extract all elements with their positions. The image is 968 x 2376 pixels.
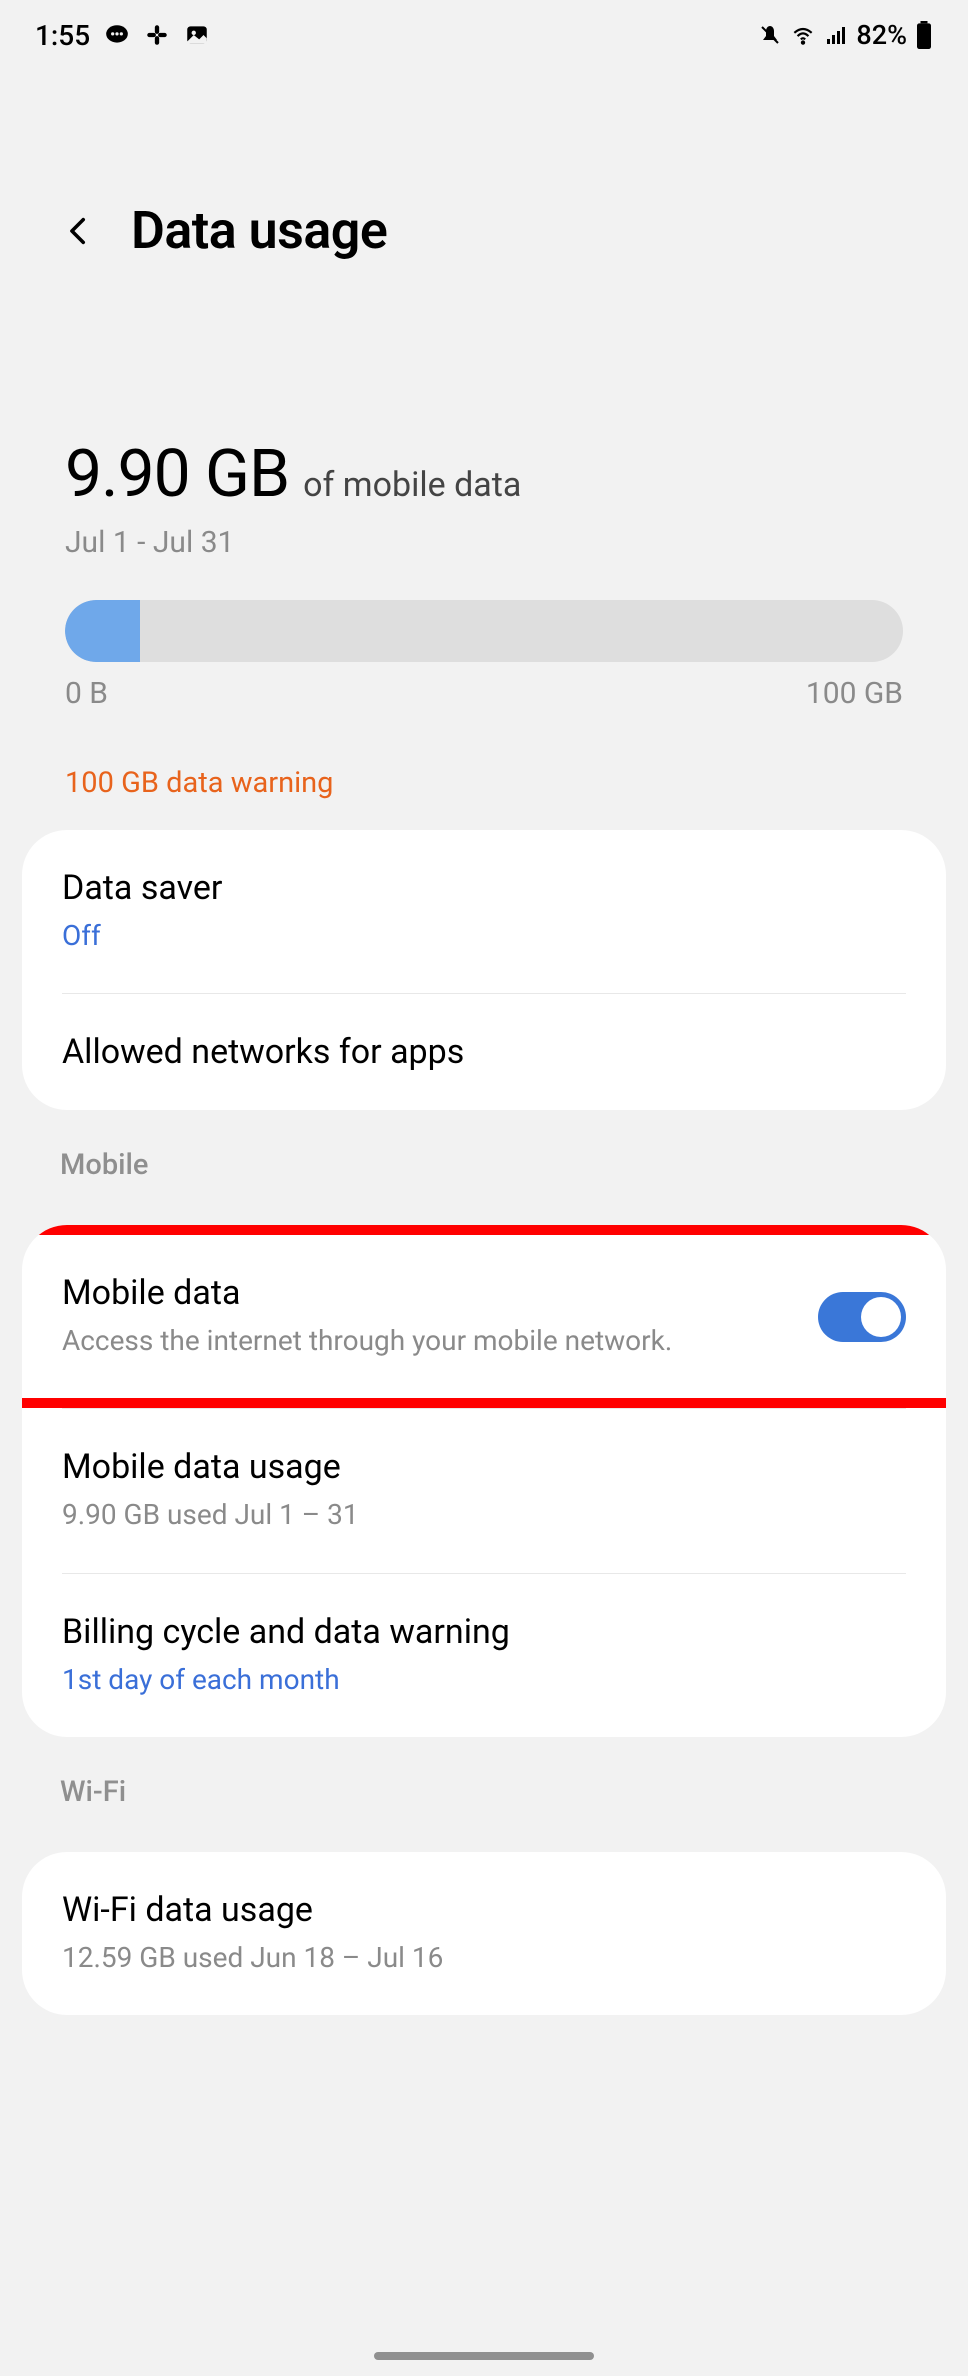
usage-progress: 0 B 100 GB [65,600,903,711]
row-billing-cycle[interactable]: Billing cycle and data warning 1st day o… [22,1574,946,1737]
data-warning-text: 100 GB data warning [65,766,903,800]
toggle-knob [861,1297,901,1337]
section-header-mobile: Mobile [0,1110,968,1200]
wifi-icon [790,22,816,48]
allowed-networks-title: Allowed networks for apps [62,1032,906,1072]
row-mobile-data-usage[interactable]: Mobile data usage 9.90 GB used Jul 1 – 3… [22,1409,946,1572]
wifi-data-usage-sub: 12.59 GB used Jun 18 – Jul 16 [62,1938,906,1977]
billing-cycle-sub: 1st day of each month [62,1660,906,1699]
status-bar: 1:55 82% [0,0,968,70]
mobile-data-usage-title: Mobile data usage [62,1447,906,1487]
highlight-box: Mobile data Access the internet through … [22,1225,946,1408]
home-indicator[interactable] [374,2352,594,2360]
usage-amount: 9.90 GB [65,436,289,513]
progress-bar[interactable] [65,600,903,662]
row-wifi-data-usage[interactable]: Wi-Fi data usage 12.59 GB used Jun 18 – … [22,1852,946,2015]
wifi-data-usage-title: Wi-Fi data usage [62,1890,906,1930]
data-saver-title: Data saver [62,868,906,908]
usage-date-range: Jul 1 - Jul 31 [65,525,903,560]
progress-min-label: 0 B [65,676,108,711]
mobile-data-toggle[interactable] [818,1292,906,1342]
mobile-data-usage-sub: 9.90 GB used Jul 1 – 31 [62,1495,906,1534]
signal-icon [824,23,848,47]
data-saver-status: Off [62,916,906,955]
page-header: Data usage [0,70,968,281]
settings-group-mobile: Mobile data Access the internet through … [22,1225,946,1737]
battery-icon [915,21,933,49]
back-button[interactable] [55,207,103,255]
status-left: 1:55 [35,19,210,52]
row-data-saver[interactable]: Data saver Off [22,830,946,993]
progress-max-label: 100 GB [806,676,903,711]
settings-group-wifi: Wi-Fi data usage 12.59 GB used Jun 18 – … [22,1852,946,2015]
battery-percent: 82% [856,19,907,51]
mobile-data-sub: Access the internet through your mobile … [62,1321,798,1360]
billing-cycle-title: Billing cycle and data warning [62,1612,906,1652]
row-allowed-networks[interactable]: Allowed networks for apps [22,994,946,1110]
page-title: Data usage [131,200,387,261]
status-time: 1:55 [35,19,90,52]
messages-icon [104,22,130,48]
gallery-icon [184,22,210,48]
usage-summary: 9.90 GB of mobile data Jul 1 - Jul 31 0 … [0,281,968,800]
mobile-data-title: Mobile data [62,1273,798,1313]
usage-suffix: of mobile data [303,465,521,505]
row-mobile-data[interactable]: Mobile data Access the internet through … [22,1235,946,1398]
progress-fill [65,600,140,662]
mute-icon [758,23,782,47]
status-right: 82% [758,19,933,51]
settings-group-general: Data saver Off Allowed networks for apps [22,830,946,1110]
slack-icon [144,22,170,48]
section-header-wifi: Wi-Fi [0,1737,968,1827]
